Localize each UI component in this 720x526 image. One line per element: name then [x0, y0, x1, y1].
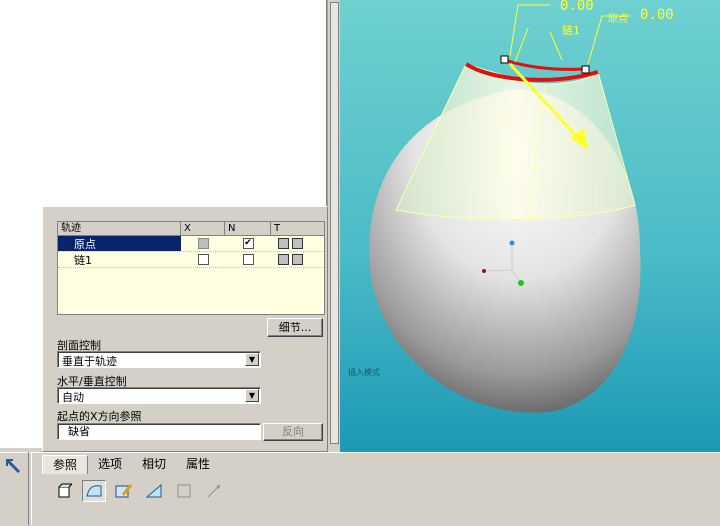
header-t: T [274, 223, 281, 234]
surface-icon[interactable] [82, 480, 106, 502]
x-checkbox[interactable] [197, 254, 209, 265]
x-checkbox [197, 238, 209, 249]
pointer-tool-icon[interactable] [3, 456, 25, 478]
header-n: N [225, 222, 271, 235]
chain-trajectory [504, 58, 586, 71]
tab-options[interactable]: 选项 [88, 455, 132, 473]
trajectory-table: 轨迹 X N T 原点 ✔ 链1 [57, 221, 325, 315]
t-box-icon[interactable] [292, 238, 303, 249]
scrollbar-thumb[interactable] [330, 2, 339, 444]
hv-control-select[interactable]: 自动 ▼ [57, 387, 261, 404]
drag-handle-start [500, 55, 509, 64]
t-box-icon[interactable] [292, 254, 303, 265]
trim-icon[interactable] [202, 480, 226, 502]
tab-properties[interactable]: 属性 [176, 455, 220, 473]
trajectory-name[interactable]: 原点 [58, 236, 181, 251]
chevron-down-icon[interactable]: ▼ [245, 353, 259, 366]
t-box-icon[interactable] [278, 238, 289, 249]
chain-label: 链1 [562, 24, 580, 37]
rectangle-icon[interactable] [172, 480, 196, 502]
trajectory-table-header: 轨迹 X N T [58, 222, 324, 236]
trajectory-name[interactable]: 链1 [58, 252, 181, 267]
header-trajectory: 轨迹 [58, 222, 181, 235]
section-control-value: 垂直于轨迹 [62, 355, 117, 368]
table-row[interactable]: 链1 [58, 252, 324, 268]
n-checkbox[interactable] [242, 254, 254, 265]
dimension-value-top[interactable]: 0.00 [560, 0, 594, 14]
references-panel: 轨迹 X N T 原点 ✔ 链1 细节... 剖面控制 垂直于轨迹 ▼ 水平/垂… [42, 206, 328, 452]
hv-control-value: 自动 [62, 391, 84, 404]
table-row[interactable]: 原点 ✔ [58, 236, 324, 252]
section-control-select[interactable]: 垂直于轨迹 ▼ [57, 351, 261, 368]
dashboard-tools [52, 480, 226, 502]
sketch-icon[interactable] [112, 480, 136, 502]
start-x-ref-label: 起点的X方向参照 [57, 410, 142, 423]
model-tree-scrollbar[interactable] [327, 0, 340, 448]
t-box-icon[interactable] [278, 254, 289, 265]
drag-handle-end [581, 65, 590, 74]
n-checkbox[interactable]: ✔ [242, 238, 254, 249]
tab-references[interactable]: 参照 [42, 455, 89, 474]
divider [28, 452, 32, 525]
dashboard-tabs: 参照 选项 相切 属性 [42, 455, 220, 475]
taper-icon[interactable] [142, 480, 166, 502]
dimension-value-right[interactable]: 0.00 [640, 7, 674, 23]
tab-tangency[interactable]: 相切 [132, 455, 176, 473]
chevron-down-icon[interactable]: ▼ [245, 389, 259, 402]
model-3d-view [369, 4, 641, 413]
sweep-preview-surface [395, 63, 636, 220]
details-button[interactable]: 细节... [267, 318, 323, 337]
start-x-ref-field[interactable]: 缺省 [57, 423, 261, 440]
header-x: X [181, 222, 225, 235]
solid-icon[interactable] [52, 480, 76, 502]
flip-button[interactable]: 反向 [263, 423, 323, 441]
origin-label: 原点 [608, 14, 628, 25]
mode-indicator: 插入模式 [348, 368, 380, 377]
graphics-viewport[interactable]: 0.00 链1 原点 0.00 插入模式 [340, 0, 720, 452]
